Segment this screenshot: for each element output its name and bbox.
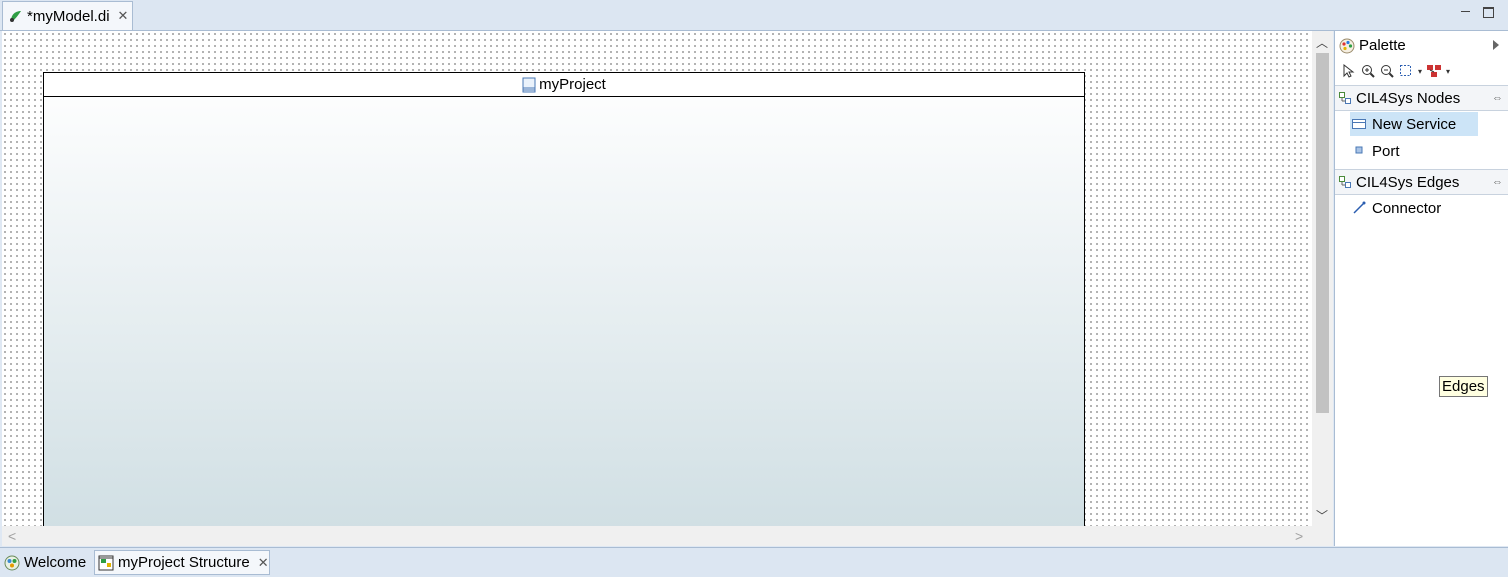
editor-tab-label: *myModel.di [27,7,110,25]
vertical-scroll-thumb[interactable] [1316,53,1329,413]
layout-tool-icon[interactable] [1426,63,1442,79]
drawer-cil4sys-nodes[interactable]: CIL4Sys Nodes ⇔ [1335,85,1508,111]
minimize-icon[interactable] [1460,6,1472,16]
scroll-down-icon[interactable]: ﹀ [1316,507,1328,524]
palette-entry-connector[interactable]: Connector [1350,196,1478,220]
diagram-canvas[interactable]: myProject [2,31,1312,526]
palette-icon [1339,38,1355,53]
papyrus-model-icon [10,11,21,22]
pin-icon[interactable]: ⇔ [1492,176,1503,188]
structure-diagram-icon [98,555,114,570]
service-node-icon [1352,119,1366,129]
maximize-icon[interactable] [1483,7,1494,18]
editor-tab-mymodel[interactable]: *myModel.di ✕ [2,1,133,30]
tooltip: Edges [1439,376,1488,397]
project-container-node[interactable]: myProject [43,72,1085,526]
zoom-in-icon[interactable] [1360,63,1376,79]
scroll-left-icon[interactable]: < [8,528,16,544]
tab-myproject-structure[interactable]: myProject Structure ✕ [94,550,270,575]
editor-tab-bar: *myModel.di ✕ [0,0,1508,31]
palette-toolbar: ▾ ▾ [1341,63,1451,79]
palette-entry-port[interactable]: Port [1350,139,1478,163]
select-tool-icon[interactable] [1341,63,1357,79]
palette-header[interactable]: Palette [1339,37,1406,54]
entry-label: New Service [1372,115,1457,133]
chevron-down-icon[interactable]: ▾ [1445,63,1451,79]
marquee-tool-icon[interactable] [1398,63,1414,79]
pin-icon[interactable]: ⇔ [1492,92,1503,104]
scroll-corner [1312,526,1333,546]
scroll-right-icon[interactable]: > [1295,528,1303,544]
tab-welcome[interactable]: Welcome [4,550,86,575]
palette-entry-new-service[interactable]: New Service [1350,112,1478,136]
project-container-header[interactable]: myProject [44,73,1084,97]
close-icon[interactable]: ✕ [258,555,269,571]
connector-icon [1353,201,1366,214]
port-icon [1355,146,1363,154]
palette-panel: Palette ▾ ▾ CIL4Sys Nodes ⇔ New Service … [1334,31,1508,546]
drawer-icon [1339,92,1351,104]
close-icon[interactable]: ✕ [118,8,129,24]
drawer-icon [1339,176,1351,188]
drawer-label: CIL4Sys Edges [1356,173,1460,191]
drawer-label: CIL4Sys Nodes [1356,89,1461,107]
tab-label: myProject Structure [118,554,250,571]
chevron-down-icon[interactable]: ▾ [1417,63,1423,79]
vertical-scrollbar[interactable]: ︿ ﹀ [1312,31,1333,526]
tab-label: Welcome [24,554,87,571]
bottom-tab-bar: Welcome myProject Structure ✕ [0,547,1508,577]
horizontal-scrollbar[interactable]: < > [2,526,1312,546]
palette-collapse-icon[interactable] [1493,40,1499,50]
structure-icon [522,77,536,92]
zoom-out-icon[interactable] [1379,63,1395,79]
project-container-label: myProject [539,76,606,93]
drawer-cil4sys-edges[interactable]: CIL4Sys Edges ⇔ [1335,169,1508,195]
entry-label: Port [1372,142,1400,160]
scroll-up-icon[interactable]: ︿ [1316,34,1328,51]
entry-label: Connector [1372,199,1442,217]
palette-title: Palette [1359,37,1406,54]
welcome-icon [4,555,20,570]
